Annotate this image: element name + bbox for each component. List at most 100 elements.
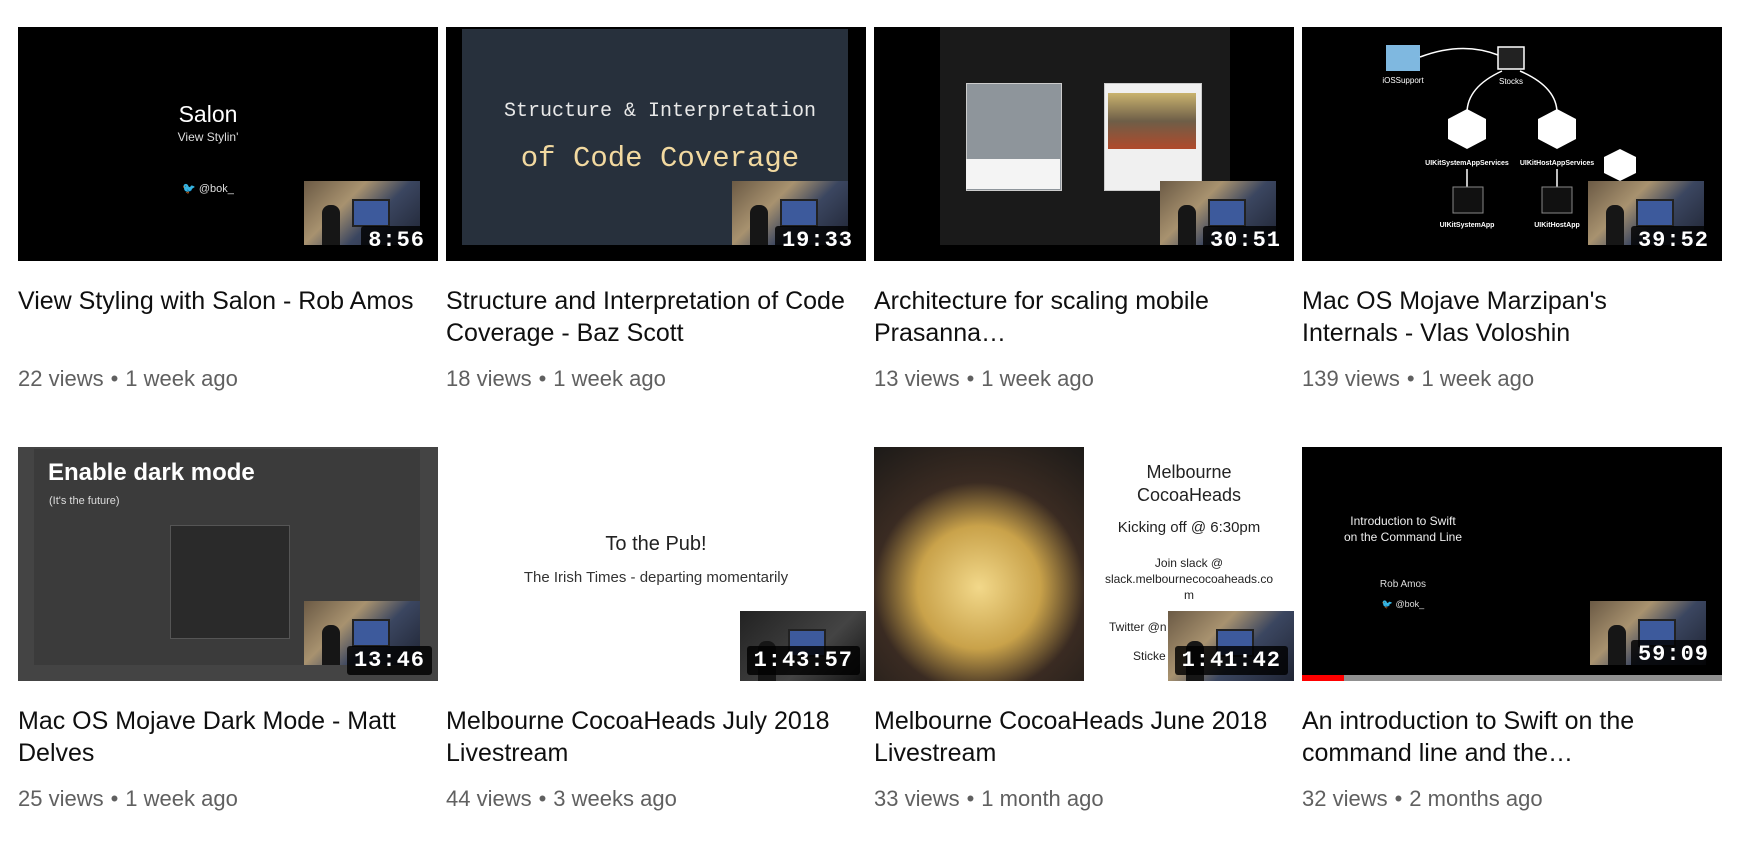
video-thumbnail[interactable]: Melbourne CocoaHeads Kicking off @ 6:30p…	[874, 447, 1294, 681]
watch-progress-bar	[1302, 675, 1722, 681]
thumb-subheading: The Irish Times - departing momentarily	[523, 569, 789, 586]
video-meta: 139 views • 1 week ago	[1302, 366, 1722, 392]
twitter-icon: 🐦	[182, 183, 196, 195]
app-box	[1541, 186, 1573, 214]
view-count: 13 views	[874, 366, 960, 391]
video-meta: 13 views • 1 week ago	[874, 366, 1294, 392]
thumb-line-2: of Code Coverage	[520, 142, 800, 175]
thumb-handle: @bok_	[198, 183, 234, 195]
view-count: 139 views	[1302, 366, 1400, 391]
cocoaheads-sticker-photo	[874, 447, 1084, 681]
video-title[interactable]: Mac OS Mojave Marzipan's Internals - Vla…	[1302, 285, 1702, 349]
thumb-line: Twitter @n	[1109, 620, 1167, 634]
video-title[interactable]: Mac OS Mojave Dark Mode - Matt Delves	[18, 705, 418, 769]
thumb-subheading: View Stylin'	[177, 130, 239, 144]
upload-age: 1 week ago	[125, 366, 238, 391]
service-node	[1538, 109, 1576, 149]
upload-age: 1 week ago	[553, 366, 666, 391]
node-label: UIKitSystemApp	[1440, 222, 1495, 229]
video-title[interactable]: Melbourne CocoaHeads June 2018 Livestrea…	[874, 705, 1274, 769]
video-meta: 32 views • 2 months ago	[1302, 786, 1722, 812]
upload-age: 3 weeks ago	[553, 786, 677, 811]
video-card[interactable]: To the Pub! The Irish Times - departing …	[446, 447, 866, 812]
thumb-handle: @bok_	[1395, 599, 1425, 609]
view-count: 44 views	[446, 786, 532, 811]
thumb-heading: on the Command Line	[1343, 530, 1463, 544]
node-label: UIKitHostApp	[1534, 222, 1580, 229]
view-count: 22 views	[18, 366, 104, 391]
separator: •	[110, 366, 119, 391]
separator: •	[1406, 366, 1415, 391]
thumb-line: Melbourne	[1146, 462, 1232, 482]
video-meta: 22 views • 1 week ago	[18, 366, 438, 392]
video-meta: 18 views • 1 week ago	[446, 366, 866, 392]
video-duration: 19:33	[774, 226, 860, 255]
video-duration: 1:41:42	[1174, 646, 1288, 675]
arrow	[1419, 47, 1499, 58]
video-duration: 1:43:57	[746, 646, 860, 675]
thumb-heading: To the Pub!	[605, 533, 707, 555]
node-label: Stocks	[1499, 77, 1523, 86]
video-title[interactable]: Architecture for scaling mobile Prasanna…	[874, 285, 1274, 349]
video-thumbnail[interactable]: Enable dark mode (It's the future) 13:46	[18, 447, 438, 681]
node-label: UIKitSystemAppServices	[1425, 160, 1509, 167]
video-thumbnail[interactable]: Salon View Stylin' 🐦 @bok_ 8:56	[18, 27, 438, 261]
video-card[interactable]: Melbourne CocoaHeads Kicking off @ 6:30p…	[874, 447, 1294, 812]
thumb-line: Join slack @	[1154, 556, 1224, 570]
thumb-line: m	[1184, 588, 1194, 602]
video-card[interactable]: Enable dark mode (It's the future) 13:46…	[18, 447, 438, 812]
view-count: 18 views	[446, 366, 532, 391]
video-card[interactable]: Structure & Interpretation of Code Cover…	[446, 27, 866, 392]
video-card[interactable]: 30:51 Architecture for scaling mobile Pr…	[874, 27, 1294, 392]
arrow	[1519, 70, 1558, 114]
video-card[interactable]: Introduction to Swift on the Command Lin…	[1302, 447, 1722, 812]
video-duration: 8:56	[361, 226, 432, 255]
video-thumbnail[interactable]: iOSSupport Stocks UIKitSystemAppServices…	[1302, 27, 1722, 261]
settings-window-mockup	[170, 525, 290, 639]
upload-age: 1 month ago	[981, 786, 1104, 811]
separator: •	[110, 786, 119, 811]
thumb-heading: Enable dark mode	[48, 459, 255, 486]
separator: •	[538, 366, 547, 391]
box-icon	[1497, 46, 1525, 70]
video-meta: 44 views • 3 weeks ago	[446, 786, 866, 812]
video-duration: 13:46	[346, 646, 432, 675]
video-card[interactable]: iOSSupport Stocks UIKitSystemAppServices…	[1302, 27, 1722, 392]
thumb-line-1: Structure & Interpretation	[503, 100, 817, 123]
thumb-slack-block: Join slack @ slack.melbournecocoaheads.c…	[1084, 555, 1294, 603]
thumb-heading: Salon	[178, 101, 238, 127]
folder-icon	[1386, 45, 1420, 71]
upload-age: 2 months ago	[1409, 786, 1543, 811]
thumb-line: CocoaHeads	[1136, 485, 1242, 505]
video-title[interactable]: An introduction to Swift on the command …	[1302, 705, 1702, 769]
video-duration: 59:09	[1630, 640, 1716, 669]
video-title[interactable]: Structure and Interpretation of Code Cov…	[446, 285, 846, 349]
separator: •	[1394, 786, 1403, 811]
video-title[interactable]: View Styling with Salon - Rob Amos	[18, 285, 418, 349]
video-thumbnail[interactable]: Structure & Interpretation of Code Cover…	[446, 27, 866, 261]
video-title[interactable]: Melbourne CocoaHeads July 2018 Livestrea…	[446, 705, 846, 769]
watch-progress-fill	[1302, 675, 1344, 681]
upload-age: 1 week ago	[1421, 366, 1535, 391]
service-node	[1448, 109, 1486, 149]
arrow	[1466, 70, 1503, 114]
video-duration: 30:51	[1202, 226, 1288, 255]
video-meta: 33 views • 1 month ago	[874, 786, 1294, 812]
video-thumbnail[interactable]: 30:51	[874, 27, 1294, 261]
video-card[interactable]: Salon View Stylin' 🐦 @bok_ 8:56 View Sty…	[18, 27, 438, 392]
node-label: iOSSupport	[1382, 76, 1424, 85]
view-count: 32 views	[1302, 786, 1388, 811]
separator: •	[538, 786, 547, 811]
view-count: 25 views	[18, 786, 104, 811]
video-thumbnail[interactable]: Introduction to Swift on the Command Lin…	[1302, 447, 1722, 681]
thumb-line: Kicking off @ 6:30pm	[1117, 519, 1261, 536]
video-thumbnail[interactable]: To the Pub! The Irish Times - departing …	[446, 447, 866, 681]
thumb-line: slack.melbournecocoaheads.co	[1104, 572, 1274, 586]
thumb-heading-block: Introduction to Swift on the Command Lin…	[1328, 513, 1478, 545]
view-count: 33 views	[874, 786, 960, 811]
thumb-heading: Introduction to Swift	[1350, 514, 1456, 528]
app-mockup-footer	[966, 159, 1060, 189]
thumb-author: Rob Amos	[1379, 579, 1427, 590]
thumb-title-block: Melbourne CocoaHeads	[1084, 461, 1294, 507]
separator: •	[966, 786, 975, 811]
